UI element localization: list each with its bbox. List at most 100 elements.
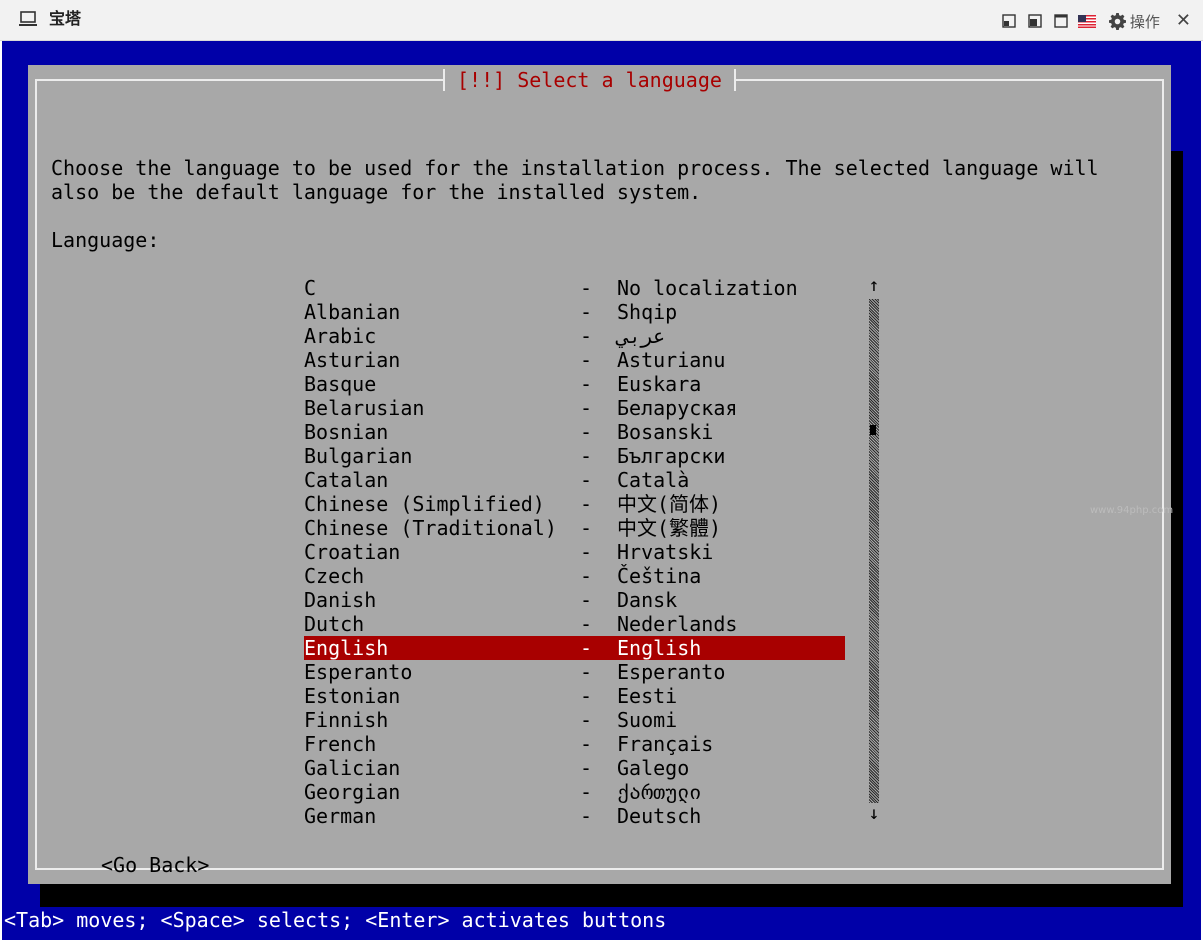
language-native-name: Deutsch bbox=[617, 804, 702, 828]
us-flag-icon[interactable] bbox=[1077, 11, 1097, 31]
language-separator: - bbox=[580, 612, 593, 636]
language-name: Finnish bbox=[304, 708, 389, 732]
language-separator: - bbox=[580, 804, 593, 828]
language-option[interactable]: Catalan - Català bbox=[304, 468, 845, 492]
language-native-name: 中文(简体) bbox=[617, 492, 722, 516]
language-option[interactable]: Czech - Čeština bbox=[304, 564, 845, 588]
actions-label: 操作 bbox=[1129, 12, 1160, 31]
language-separator: - bbox=[580, 372, 593, 396]
language-name: Bosnian bbox=[304, 420, 389, 444]
language-separator: - bbox=[580, 564, 593, 588]
language-name: Catalan bbox=[304, 468, 389, 492]
language-list[interactable]: C - No localization Albanian - Shqip Arabic - عر… bbox=[304, 276, 845, 828]
language-name: Esperanto bbox=[304, 660, 413, 684]
language-field-label: Language: bbox=[51, 228, 160, 252]
language-name: Asturian bbox=[304, 348, 401, 372]
language-option[interactable]: Galician - Galego bbox=[304, 756, 845, 780]
language-separator: - bbox=[580, 780, 593, 804]
language-separator: - bbox=[580, 348, 593, 372]
language-option[interactable]: Danish - Dansk bbox=[304, 588, 845, 612]
window-small-icon[interactable] bbox=[999, 11, 1019, 31]
language-separator: - bbox=[580, 540, 593, 564]
language-native-name: 中文(繁體) bbox=[617, 516, 722, 540]
language-name: Albanian bbox=[304, 300, 401, 324]
scroll-up-arrow[interactable]: ↑ bbox=[866, 275, 882, 297]
dialog-title: [!!] Select a language bbox=[443, 69, 736, 91]
language-name: Dutch bbox=[304, 612, 365, 636]
language-name: Basque bbox=[304, 372, 377, 396]
list-scrollbar[interactable]: ↑ ↓ bbox=[866, 275, 882, 827]
language-separator: - bbox=[580, 324, 593, 348]
language-name: English bbox=[304, 636, 389, 660]
language-option[interactable]: Bulgarian - Български bbox=[304, 444, 845, 468]
language-option[interactable]: English - English bbox=[304, 636, 845, 660]
language-name: Belarusian bbox=[304, 396, 425, 420]
language-name: C bbox=[304, 276, 317, 300]
language-native-name: Shqip bbox=[617, 300, 678, 324]
language-native-name: English bbox=[617, 636, 702, 660]
window-full-icon[interactable] bbox=[1051, 11, 1071, 31]
language-option[interactable]: German - Deutsch bbox=[304, 804, 845, 828]
language-native-name: Eesti bbox=[617, 684, 678, 708]
language-native-name: Français bbox=[617, 732, 714, 756]
language-option[interactable]: Belarusian - Беларуская bbox=[304, 396, 845, 420]
language-native-name: Esperanto bbox=[617, 660, 726, 684]
language-name: Galician bbox=[304, 756, 401, 780]
language-separator: - bbox=[580, 468, 593, 492]
language-name: Chinese (Simplified) bbox=[304, 492, 545, 516]
language-native-name: عربي bbox=[617, 324, 666, 348]
language-separator: - bbox=[580, 636, 593, 660]
language-separator: - bbox=[580, 516, 593, 540]
language-option[interactable]: Arabic - عربي bbox=[304, 324, 845, 348]
language-separator: - bbox=[580, 588, 593, 612]
language-native-name: Dansk bbox=[617, 588, 678, 612]
language-native-name: ქართული bbox=[617, 780, 702, 804]
language-option[interactable]: French - Français bbox=[304, 732, 845, 756]
window-controls: 操作 ✕ bbox=[999, 9, 1191, 33]
scroll-thumb[interactable] bbox=[870, 425, 876, 435]
language-option[interactable]: Basque - Euskara bbox=[304, 372, 845, 396]
language-option[interactable]: C - No localization bbox=[304, 276, 845, 300]
language-native-name: Euskara bbox=[617, 372, 702, 396]
language-separator: - bbox=[580, 756, 593, 780]
language-separator: - bbox=[580, 276, 593, 300]
language-native-name: No localization bbox=[617, 276, 798, 300]
close-icon[interactable]: ✕ bbox=[1176, 11, 1191, 31]
language-name: Danish bbox=[304, 588, 377, 612]
language-native-name: Bosanski bbox=[617, 420, 714, 444]
console-screen: [!!] Select a language Choose the langua… bbox=[2, 41, 1201, 940]
language-native-name: Català bbox=[617, 468, 690, 492]
actions-menu[interactable]: 操作 bbox=[1108, 11, 1160, 32]
laptop-icon bbox=[19, 11, 37, 26]
language-option[interactable]: Georgian - ქართული bbox=[304, 780, 845, 804]
language-option[interactable]: Dutch - Nederlands bbox=[304, 612, 845, 636]
language-option[interactable]: Chinese (Traditional) - 中文(繁體) bbox=[304, 516, 845, 540]
scroll-track[interactable] bbox=[869, 299, 879, 803]
language-native-name: Asturianu bbox=[617, 348, 726, 372]
go-back-button[interactable]: <Go Back> bbox=[101, 853, 209, 877]
language-native-name: Български bbox=[617, 444, 726, 468]
language-native-name: Galego bbox=[617, 756, 690, 780]
language-option[interactable]: Chinese (Simplified) - 中文(简体) bbox=[304, 492, 845, 516]
language-native-name: Suomi bbox=[617, 708, 678, 732]
language-separator: - bbox=[580, 660, 593, 684]
language-option[interactable]: Finnish - Suomi bbox=[304, 708, 845, 732]
language-option[interactable]: Albanian - Shqip bbox=[304, 300, 845, 324]
language-native-name: Беларуская bbox=[617, 396, 738, 420]
language-name: Estonian bbox=[304, 684, 401, 708]
language-separator: - bbox=[580, 732, 593, 756]
window-medium-icon[interactable] bbox=[1025, 11, 1045, 31]
language-name: Czech bbox=[304, 564, 365, 588]
language-option[interactable]: Esperanto - Esperanto bbox=[304, 660, 845, 684]
scroll-down-arrow[interactable]: ↓ bbox=[866, 803, 882, 825]
language-option[interactable]: Bosnian - Bosanski bbox=[304, 420, 845, 444]
language-separator: - bbox=[580, 420, 593, 444]
language-separator: - bbox=[580, 300, 593, 324]
language-native-name: Hrvatski bbox=[617, 540, 714, 564]
language-option[interactable]: Estonian - Eesti bbox=[304, 684, 845, 708]
language-option[interactable]: Croatian - Hrvatski bbox=[304, 540, 845, 564]
watermark: www.94php.com bbox=[1090, 505, 1174, 516]
language-name: French bbox=[304, 732, 377, 756]
language-option[interactable]: Asturian - Asturianu bbox=[304, 348, 845, 372]
window-titlebar: 宝塔 操作 ✕ bbox=[0, 0, 1203, 41]
